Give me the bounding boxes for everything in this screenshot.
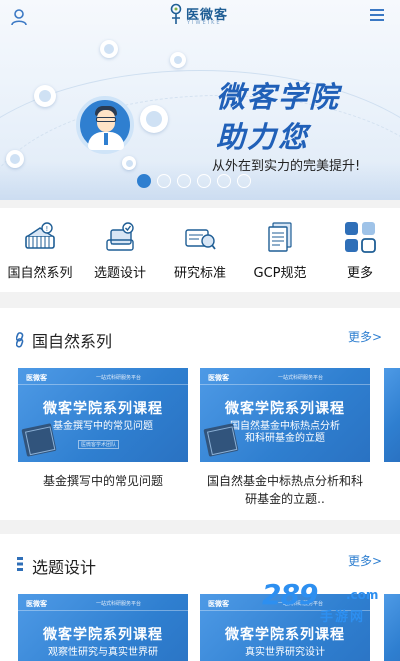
quick-nav-label: 选题设计 <box>93 266 146 281</box>
topic-design-icon <box>106 222 134 251</box>
quick-nav-label: 国自然系列 <box>7 266 73 281</box>
carousel-dot[interactable] <box>177 174 191 188</box>
watermark-name: 手游网 <box>320 610 366 625</box>
watermark-domain: .com <box>346 588 379 602</box>
svg-text:!: ! <box>46 225 49 233</box>
dna-bubble-icon <box>34 85 56 107</box>
section-title: 国自然系列 <box>32 332 113 351</box>
research-standard-icon <box>185 229 216 250</box>
carousel-dot[interactable] <box>137 174 151 188</box>
quick-nav-label: GCP规范 <box>253 266 307 281</box>
grid-more-icon <box>345 222 376 253</box>
logo-mark-icon <box>170 3 182 24</box>
quick-nav-item-more[interactable]: 更多 <box>320 208 400 292</box>
watermark-number: 289 <box>262 578 318 611</box>
thumb-title: 微客学院系列课程 <box>43 627 163 643</box>
chain-link-icon <box>16 332 24 348</box>
banner-title-line2: 助力您 <box>216 120 310 154</box>
quick-nav-item-guoziran[interactable]: ! 国自然系列 <box>0 208 80 292</box>
book-illustration <box>203 423 239 457</box>
course-card[interactable]: 医微客 一站式科研服务平台 微客学院系列课程 国自然基金中标热点分析 和科研基金… <box>200 368 370 508</box>
app-logo: 医微客 YIWEIKE <box>168 3 238 29</box>
thumb-logo: 医微客 <box>26 374 47 382</box>
more-link[interactable]: 更多> <box>348 552 382 569</box>
hero-banner[interactable]: 医微客 YIWEIKE 微客学院 助力您 从外在到实力的完美提升! <box>0 0 400 200</box>
section-title: 选题设计 <box>32 558 97 577</box>
course-thumbnail: 医微客 一站式科研服务平台 微客学院系列课程 基金撰写中的常见问题 医微客学术团… <box>18 368 188 462</box>
banner-subtitle: 从外在到实力的完美提升! <box>212 159 361 174</box>
more-link[interactable]: 更多> <box>348 328 382 345</box>
thumb-subtitle: 真实世界研究设计 <box>245 647 325 658</box>
thumb-slogan: 一站式科研服务平台 <box>278 375 324 381</box>
quick-nav-item-research-standard[interactable]: 研究标准 <box>160 208 240 292</box>
thumb-slogan: 一站式科研服务平台 <box>96 601 142 607</box>
carousel-dot[interactable] <box>197 174 211 188</box>
logo-subtext: YIWEIKE <box>187 20 222 26</box>
banner-title-line1: 微客学院 <box>216 80 341 114</box>
carousel-dots <box>137 174 251 188</box>
thumb-title: 微客学院系列课程 <box>225 401 345 417</box>
course-thumbnail: 医微客 一站式科研服务平台 微客学院系列课程 观察性研究与真实世界研 <box>18 594 188 661</box>
course-thumbnail <box>384 368 400 462</box>
list-bars-icon <box>17 557 23 571</box>
thumb-chip: 医微客学术团队 <box>78 440 120 449</box>
menu-icon[interactable] <box>370 9 384 21</box>
quick-nav-label: 研究标准 <box>173 266 226 281</box>
capsule-bubble-icon <box>170 52 186 68</box>
course-caption: 基金撰写中的常见问题 <box>42 474 163 488</box>
thumb-logo: 医微客 <box>208 374 229 382</box>
carousel-dot[interactable] <box>217 174 231 188</box>
doctor-avatar-illustration <box>76 96 134 154</box>
stethoscope-bubble-icon <box>6 150 24 168</box>
course-card[interactable]: 医微客 一站式科研服务平台 微客学院系列课程 观察性研究与真实世界研 <box>18 594 188 661</box>
quick-nav-label: 更多 <box>346 266 373 281</box>
carousel-dot[interactable] <box>237 174 251 188</box>
thumb-logo: 医微客 <box>208 600 229 608</box>
thumb-subtitle: 观察性研究与真实世界研 <box>48 647 158 658</box>
course-caption: 国自然基金中标热点分析和科研基金的立题.. <box>206 474 363 506</box>
thumb-title: 微客学院系列课程 <box>225 627 345 643</box>
app-page: 医微客 YIWEIKE 微客学院 助力您 从外在到实力的完美提升! ! 国自然系… <box>0 0 400 661</box>
thumb-slogan: 一站式科研服务平台 <box>96 375 142 381</box>
user-icon[interactable] <box>10 8 28 26</box>
course-thumbnail: 医微客 一站式科研服务平台 微客学院系列课程 国自然基金中标热点分析 和科研基金… <box>200 368 370 462</box>
document-stack-icon <box>268 222 292 252</box>
atom-bubble-icon <box>100 40 118 58</box>
course-card-peek[interactable] <box>384 368 400 462</box>
quick-nav-item-gcp[interactable]: GCP规范 <box>240 208 320 292</box>
ribcage-bubble-icon <box>140 105 168 133</box>
quick-nav: ! 国自然系列 选题设计 研究标准 GCP规范 更多 <box>0 208 400 292</box>
section-guoziran: 国自然系列 更多> 医微客 一站式科研服务平台 微客学院系列课程 基金撰写中的常… <box>0 308 400 520</box>
books-icon: ! <box>25 222 55 249</box>
site-watermark: 289 .com 手游网 <box>258 578 398 625</box>
thumb-title: 微客学院系列课程 <box>43 401 163 417</box>
course-card[interactable]: 医微客 一站式科研服务平台 微客学院系列课程 基金撰写中的常见问题 医微客学术团… <box>18 368 188 490</box>
carousel-dot[interactable] <box>157 174 171 188</box>
quick-nav-item-topic-design[interactable]: 选题设计 <box>80 208 160 292</box>
thumb-logo: 医微客 <box>26 600 47 608</box>
book-illustration <box>21 423 57 457</box>
pill-bubble-icon <box>122 156 136 170</box>
